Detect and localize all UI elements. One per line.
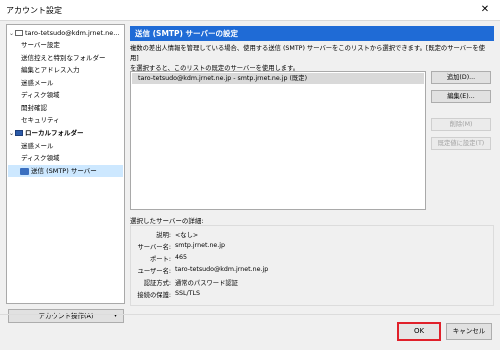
dropdown-arrow-icon: ▾ bbox=[113, 312, 117, 319]
tree-item-local-junk[interactable]: 迷惑メール bbox=[21, 140, 54, 152]
detail-value: SSL/TLS bbox=[175, 290, 200, 297]
detail-label: 接続の保護: bbox=[137, 292, 171, 299]
tree-item-security[interactable]: セキュリティ bbox=[21, 114, 60, 126]
edit-button[interactable]: 編集(E)... bbox=[431, 90, 491, 103]
tree-item-composition[interactable]: 編集とアドレス入力 bbox=[21, 64, 80, 76]
tree-item-label: ローカルフォルダー bbox=[25, 129, 84, 137]
mail-icon bbox=[15, 30, 23, 36]
window-title: アカウント設定 bbox=[6, 6, 62, 15]
panel-title: 送信 (SMTP) サーバーの設定 bbox=[130, 26, 494, 41]
computer-icon bbox=[15, 130, 23, 136]
detail-label: ユーザー名: bbox=[137, 268, 171, 275]
tree-item-copies-folders[interactable]: 送信控えと特別なフォルダー bbox=[21, 52, 106, 64]
cancel-button[interactable]: キャンセル bbox=[446, 323, 492, 340]
details-panel: 説明: <なし> サーバー名: smtp.jrnet.ne.jp ポート: 46… bbox=[130, 225, 494, 306]
tree-item-server-settings[interactable]: サーバー設定 bbox=[21, 39, 60, 51]
set-default-button[interactable]: 既定値に設定(T) bbox=[431, 137, 491, 150]
title-bar: アカウント設定 ✕ bbox=[0, 0, 500, 21]
account-tree: ⌄ taro-tetsudo@kdm.jrnet.ne... サーバー設定 送信控… bbox=[6, 24, 125, 304]
detail-label: 認証方式: bbox=[143, 280, 171, 287]
detail-value: 通常のパスワード認証 bbox=[175, 280, 238, 287]
footer-divider bbox=[0, 314, 500, 315]
detail-label: サーバー名: bbox=[137, 244, 171, 251]
details-title: 選択したサーバーの詳細: bbox=[130, 217, 204, 225]
tree-item-account[interactable]: ⌄ taro-tetsudo@kdm.jrnet.ne... bbox=[9, 27, 119, 39]
add-button[interactable]: 追加(D)... bbox=[431, 71, 491, 84]
detail-value: smtp.jrnet.ne.jp bbox=[175, 242, 226, 249]
detail-value: taro-tetsudo@kdm.jrnet.ne.jp bbox=[175, 266, 269, 273]
ok-button[interactable]: OK bbox=[397, 322, 441, 341]
detail-label: 説明: bbox=[156, 232, 171, 239]
detail-label: ポート: bbox=[149, 256, 171, 263]
tree-item-junk[interactable]: 迷惑メール bbox=[21, 77, 54, 89]
tree-item-local-folders[interactable]: ⌄ ローカルフォルダー bbox=[9, 127, 84, 139]
tree-item-local-disk-space[interactable]: ディスク領域 bbox=[21, 152, 60, 164]
outgoing-server-icon bbox=[20, 167, 29, 175]
tree-item-smtp[interactable]: 送信 (SMTP) サーバー bbox=[8, 165, 123, 177]
panel-description: 複数の差出人情報を管理している場合、使用する送信 (SMTP) サーバーをこのリ… bbox=[130, 44, 492, 74]
detail-value: 465 bbox=[175, 254, 188, 261]
smtp-server-list[interactable]: taro-tetsudo@kdm.jrnet.ne.jp - smtp.jrne… bbox=[130, 71, 426, 210]
tree-item-disk-space[interactable]: ディスク領域 bbox=[21, 89, 60, 101]
account-actions-button[interactable]: アカウント操作(A) ▾ bbox=[8, 309, 124, 323]
detail-value: <なし> bbox=[175, 232, 199, 239]
tree-item-label: taro-tetsudo@kdm.jrnet.ne... bbox=[25, 29, 120, 37]
tree-item-label: 送信 (SMTP) サーバー bbox=[31, 167, 97, 175]
tree-item-receipts[interactable]: 開封確認 bbox=[21, 102, 47, 114]
server-list-item[interactable]: taro-tetsudo@kdm.jrnet.ne.jp - smtp.jrne… bbox=[132, 73, 424, 84]
remove-button[interactable]: 削除(M) bbox=[431, 118, 491, 131]
close-icon[interactable]: ✕ bbox=[470, 0, 500, 20]
description-line: 複数の差出人情報を管理している場合、使用する送信 (SMTP) サーバーをこのリ… bbox=[130, 45, 485, 62]
